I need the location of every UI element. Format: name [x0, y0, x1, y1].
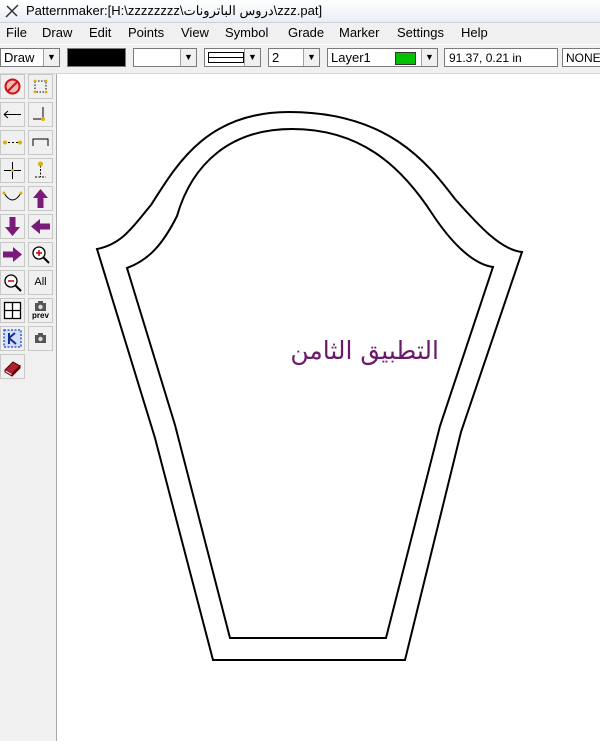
menu-draw[interactable]: Draw [42, 25, 72, 40]
tool-delete[interactable] [0, 74, 25, 99]
tool-palette: All prev [0, 74, 57, 741]
chevron-down-icon[interactable]: ▼ [43, 49, 59, 66]
arrow-down-icon [5, 217, 20, 236]
line-color-swatch[interactable] [67, 48, 126, 67]
menu-symbol[interactable]: Symbol [225, 25, 268, 40]
coordinates-readout: 91.37, 0.21 in [444, 48, 558, 67]
line-arrow-icon [3, 110, 21, 119]
line-width-value: 2 [272, 50, 280, 65]
tool-line[interactable] [0, 102, 25, 127]
point-move-icon [35, 161, 46, 178]
preview-icon: prev [32, 311, 49, 320]
mode-value: Draw [4, 50, 35, 65]
dotted-line-icon [3, 140, 22, 145]
select-icon [3, 329, 22, 348]
chevron-down-icon[interactable]: ▼ [244, 49, 260, 66]
canvas-label: التطبيق الثامن [290, 336, 439, 365]
tool-camera[interactable] [28, 326, 53, 351]
tool-move-left[interactable] [28, 214, 53, 239]
pattern-outer-outline [95, 110, 524, 661]
fill-select[interactable]: ▼ [133, 48, 197, 67]
curve-icon [2, 191, 23, 201]
menu-view[interactable]: View [181, 25, 209, 40]
tool-move-up[interactable] [28, 186, 53, 211]
tool-zoom-all[interactable]: All [28, 270, 53, 295]
arrow-right-icon [3, 247, 22, 262]
tool-grid-points[interactable] [28, 74, 53, 99]
tool-bracket-line[interactable] [28, 130, 53, 155]
dotted-grid-icon [33, 79, 48, 94]
arrow-up-icon [33, 189, 48, 208]
grid-icon [3, 301, 22, 320]
pattern-drawing [95, 110, 524, 661]
title-bar: Patternmaker:[H:\zzzzzzzz\دروس الباترونا… [0, 0, 600, 23]
tool-move-down[interactable] [0, 214, 25, 239]
menu-file[interactable]: File [6, 25, 27, 40]
menu-points[interactable]: Points [128, 25, 164, 40]
bracket-line-icon [32, 138, 49, 146]
zoom-in-icon [32, 246, 50, 264]
menu-edit[interactable]: Edit [89, 25, 111, 40]
chevron-down-icon[interactable]: ▼ [421, 49, 437, 66]
pattern-inner-outline [125, 127, 495, 639]
tool-grid[interactable] [0, 298, 25, 323]
layer-value: Layer1 [331, 50, 371, 65]
tool-book[interactable] [0, 354, 25, 379]
tool-zoom-in[interactable] [28, 242, 53, 267]
line-width-select[interactable]: 2 ▼ [268, 48, 320, 67]
window-title: Patternmaker:[H:\zzzzzzzz\دروس الباترونا… [26, 3, 323, 18]
line-style-icon [208, 52, 244, 63]
cross-icon [4, 162, 21, 179]
line-style-select[interactable]: ▼ [204, 48, 261, 67]
no-entry-icon [4, 78, 21, 95]
menu-grade[interactable]: Grade [288, 25, 324, 40]
tool-select[interactable] [0, 326, 25, 351]
mode-select[interactable]: Draw ▼ [0, 48, 60, 67]
layer-color-swatch [395, 52, 416, 65]
app-icon [5, 4, 19, 18]
point-line-icon [33, 107, 45, 121]
menu-settings[interactable]: Settings [397, 25, 444, 40]
menu-marker[interactable]: Marker [339, 25, 379, 40]
snap-field[interactable]: NONE [562, 48, 600, 67]
menu-bar: File Draw Edit Points View Symbol Grade … [0, 23, 600, 44]
tool-move-point[interactable] [28, 158, 53, 183]
tool-point-line[interactable] [28, 102, 53, 127]
book-icon [4, 361, 21, 377]
tool-preview[interactable]: prev [28, 298, 53, 323]
menu-help[interactable]: Help [461, 25, 488, 40]
chevron-down-icon[interactable]: ▼ [303, 49, 319, 66]
tool-cross[interactable] [0, 158, 25, 183]
camera-icon [35, 333, 46, 343]
chevron-down-icon[interactable]: ▼ [180, 49, 196, 66]
toolbar: Draw ▼ ▼ ▼ 2 ▼ Layer1 ▼ 91.37, 0.21 in N… [0, 45, 600, 74]
zoom-all-icon: All [34, 276, 47, 288]
layer-select[interactable]: Layer1 ▼ [327, 48, 438, 67]
zoom-out-icon [4, 274, 22, 292]
tool-dotted-line[interactable] [0, 130, 25, 155]
tool-zoom-out[interactable] [0, 270, 25, 295]
arrow-left-icon [31, 219, 50, 234]
tool-move-right[interactable] [0, 242, 25, 267]
tool-curve[interactable] [0, 186, 25, 211]
drawing-canvas[interactable]: التطبيق الثامن [57, 74, 600, 741]
